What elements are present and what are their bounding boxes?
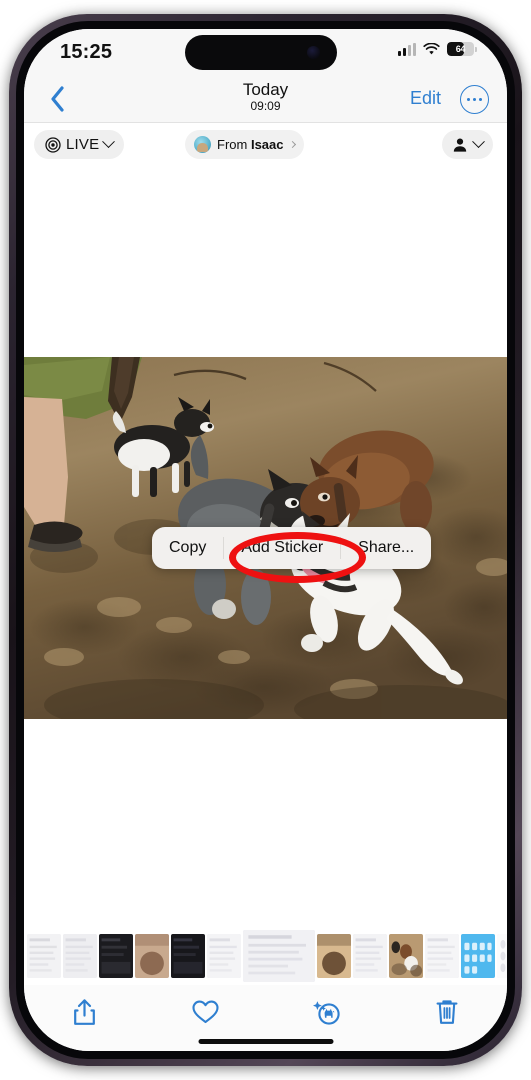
filmstrip-thumb[interactable] [99,934,133,978]
photo-context-menu[interactable]: Copy Add Sticker Share... [152,527,432,569]
chevron-down-icon [102,135,116,149]
battery-cap [475,46,477,52]
heart-icon [192,1000,219,1024]
filmstrip-thumb[interactable] [63,934,97,978]
filmstrip-thumb[interactable] [171,934,205,978]
context-menu-item-share[interactable]: Share... [341,527,431,569]
status-time: 15:25 [60,41,113,63]
photo-filmstrip[interactable] [24,927,507,985]
contact-avatar [194,136,211,153]
share-button[interactable] [58,992,110,1032]
filmstrip-thumb[interactable] [207,934,241,978]
favorite-button[interactable] [179,992,231,1032]
status-bar: 15:25 64 [24,29,507,76]
home-indicator [198,1039,333,1044]
live-photo-icon [45,136,61,153]
filmstrip-thumb[interactable] [461,934,495,978]
chevron-down-icon [472,135,485,149]
filmstrip-thumb[interactable] [425,934,459,978]
visual-lookup-button[interactable] [300,992,352,1032]
share-icon [73,998,95,1025]
filmstrip-thumb[interactable] [389,934,423,978]
filmstrip-thumb[interactable] [135,934,169,978]
battery-icon: 64 [447,42,474,56]
people-filter-chip[interactable] [442,130,493,159]
filmstrip-thumb[interactable] [317,934,351,978]
chevron-right-icon [288,140,296,149]
trash-icon [436,1000,458,1024]
shared-from-label: From Isaac [217,137,284,152]
person-icon [453,138,467,152]
context-menu-item-copy[interactable]: Copy [152,527,223,569]
dynamic-island [185,35,337,70]
context-menu-item-add-sticker[interactable]: Add Sticker [224,527,340,569]
cellular-signal-icon [398,42,416,56]
photo-badges-row: LIVE From Isaac [24,123,507,167]
phone-screen: 15:25 64 Today 09:09 Edit LIVE From Isaa… [24,29,507,1051]
live-photo-label: LIVE [66,136,100,153]
filmstrip-thumb[interactable] [353,934,387,978]
navigation-bar: Today 09:09 Edit [24,76,507,123]
live-photo-chip[interactable]: LIVE [34,130,125,159]
filmstrip-thumb[interactable] [497,934,507,978]
ellipsis-circle-icon [467,97,482,102]
front-camera-icon [307,46,320,59]
edit-button[interactable]: Edit [410,88,441,109]
visual-lookup-dog-icon [312,1001,340,1025]
more-options-button[interactable] [460,85,489,114]
filmstrip-thumb[interactable] [27,934,61,978]
wifi-icon [423,42,440,54]
battery-percent: 64 [455,44,466,54]
photo-viewer: Copy Add Sticker Share... [24,167,507,747]
filmstrip-thumb-active[interactable] [243,930,315,982]
delete-button[interactable] [421,992,473,1032]
status-indicators: 64 [398,42,477,56]
shared-from-chip[interactable]: From Isaac [185,130,304,159]
